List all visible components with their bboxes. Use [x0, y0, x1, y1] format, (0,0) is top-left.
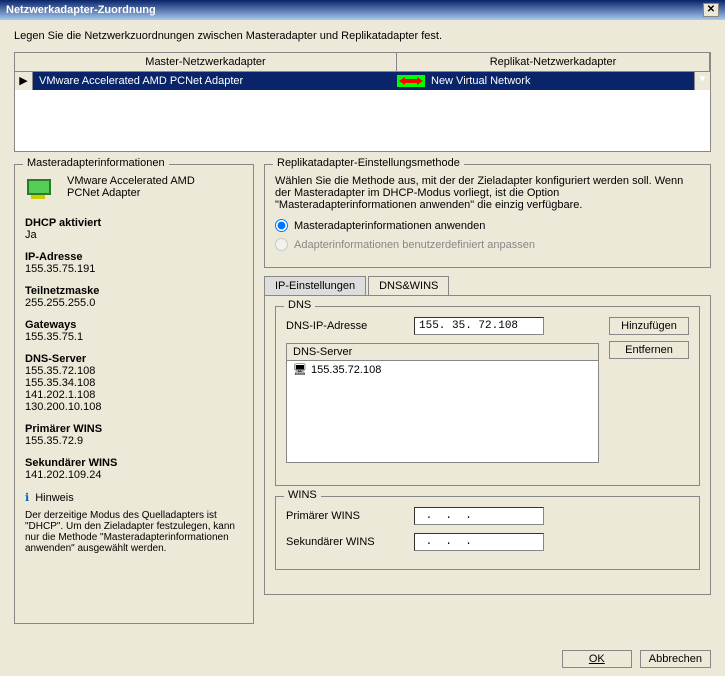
- ok-label: OK: [589, 653, 605, 665]
- radio-apply-master[interactable]: Masteradapterinformationen anwenden: [275, 219, 700, 232]
- primwins-value: 155.35.72.9: [25, 435, 243, 447]
- ip-label: IP-Adresse: [25, 251, 243, 263]
- col-replica[interactable]: Replikat-Netzwerkadapter: [397, 53, 710, 71]
- master-info-legend: Masteradapterinformationen: [23, 157, 169, 169]
- wins-legend: WINS: [284, 489, 321, 501]
- dns-list-value: 155.35.72.108: [311, 364, 381, 376]
- dns-legend: DNS: [284, 299, 315, 311]
- tab-panel-dns: DNS DNS-IP-Adresse DNS-Server 🖥: [264, 295, 711, 595]
- arrow-icon: [397, 75, 425, 87]
- dns-value-2: 155.35.34.108: [25, 377, 243, 389]
- radio-custom-input: [275, 238, 288, 251]
- prim-wins-label: Primärer WINS: [286, 510, 406, 522]
- dns-list-header: DNS-Server: [287, 344, 598, 361]
- remove-button[interactable]: Entfernen: [609, 341, 689, 359]
- secwins-value: 141.202.109.24: [25, 469, 243, 481]
- radio-apply-master-label: Masteradapterinformationen anwenden: [294, 220, 485, 232]
- dhcp-value: Ja: [25, 229, 243, 241]
- gateway-value: 155.35.75.1: [25, 331, 243, 343]
- hint-text: Der derzeitige Modus des Quelladapters i…: [25, 510, 243, 554]
- dns-server-list[interactable]: DNS-Server 🖥 155.35.72.108: [286, 343, 599, 463]
- dns-ip-input[interactable]: [414, 317, 544, 335]
- dhcp-label: DHCP aktiviert: [25, 217, 243, 229]
- ip-value: 155.35.75.191: [25, 263, 243, 275]
- sec-wins-input[interactable]: [414, 533, 544, 551]
- row-marker-icon: ▶: [15, 72, 33, 90]
- radio-custom: Adapterinformationen benutzerdefiniert a…: [275, 238, 700, 251]
- nic-icon: [25, 175, 57, 203]
- close-icon[interactable]: ✕: [703, 3, 719, 17]
- col-master[interactable]: Master-Netzwerkadapter: [15, 53, 397, 71]
- method-desc: Wählen Sie die Methode aus, mit der der …: [275, 175, 700, 211]
- hint-label: Hinweis: [35, 492, 74, 504]
- add-button[interactable]: Hinzufügen: [609, 317, 689, 335]
- tab-ip[interactable]: IP-Einstellungen: [264, 276, 366, 295]
- titlebar: Netzwerkadapter-Zuordnung ✕: [0, 0, 725, 20]
- cell-master: VMware Accelerated AMD PCNet Adapter: [33, 75, 397, 87]
- window-title: Netzwerkadapter-Zuordnung: [6, 4, 156, 16]
- instruction-text: Legen Sie die Netzwerkzuordnungen zwisch…: [14, 30, 711, 42]
- prim-wins-input[interactable]: [414, 507, 544, 525]
- dns-label: DNS-Server: [25, 353, 243, 365]
- primwins-label: Primärer WINS: [25, 423, 243, 435]
- dns-value-3: 141.202.1.108: [25, 389, 243, 401]
- table-row[interactable]: ▶ VMware Accelerated AMD PCNet Adapter N…: [15, 72, 710, 90]
- radio-apply-master-input[interactable]: [275, 219, 288, 232]
- ok-button[interactable]: OK: [562, 650, 632, 668]
- subnet-value: 255.255.255.0: [25, 297, 243, 309]
- radio-custom-label: Adapterinformationen benutzerdefiniert a…: [294, 239, 535, 251]
- cancel-button[interactable]: Abbrechen: [640, 650, 711, 668]
- subnet-label: Teilnetzmaske: [25, 285, 243, 297]
- dns-value-4: 130.200.10.108: [25, 401, 243, 413]
- dropdown-icon[interactable]: ▾: [694, 72, 710, 90]
- server-icon: 🖥: [293, 363, 307, 376]
- dns-value-1: 155.35.72.108: [25, 365, 243, 377]
- tab-dns[interactable]: DNS&WINS: [368, 276, 449, 295]
- adapter-table: Master-Netzwerkadapter Replikat-Netzwerk…: [14, 52, 711, 152]
- method-legend: Replikatadapter-Einstellungsmethode: [273, 157, 464, 169]
- cell-replica: New Virtual Network: [425, 75, 694, 87]
- gateway-label: Gateways: [25, 319, 243, 331]
- secwins-label: Sekundärer WINS: [25, 457, 243, 469]
- adapter-name: VMware Accelerated AMD PCNet Adapter: [67, 175, 207, 199]
- list-item[interactable]: 🖥 155.35.72.108: [287, 361, 598, 378]
- info-icon: ℹ: [25, 491, 29, 504]
- dns-ip-label: DNS-IP-Adresse: [286, 320, 406, 332]
- sec-wins-label: Sekundärer WINS: [286, 536, 406, 548]
